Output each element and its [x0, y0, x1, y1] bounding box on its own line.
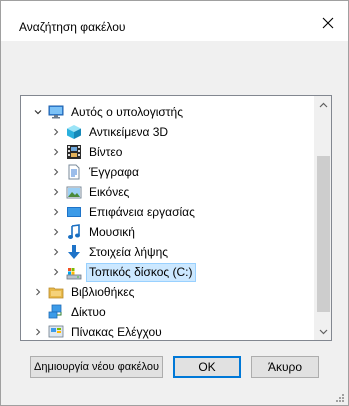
- tree-item-label: Αυτός ο υπολογιστής: [71, 104, 183, 119]
- tree-item-this-pc[interactable]: Αυτός ο υπολογιστής: [32, 102, 324, 122]
- tree-item-downloads[interactable]: Στοιχεία λήψης: [50, 242, 331, 262]
- video-icon: [66, 144, 82, 160]
- tree-item-local-disk[interactable]: Τοπικός δίσκος (C:): [50, 262, 331, 282]
- network-icon: [48, 304, 64, 320]
- chevron-placeholder: [32, 306, 44, 318]
- tree-item-music[interactable]: Μουσική: [50, 222, 331, 242]
- close-icon: [322, 17, 334, 29]
- tree-item-label: Στοιχεία λήψης: [89, 244, 169, 259]
- tree-item-label: Έγγραφα: [89, 164, 139, 179]
- tree-item-label: Πίνακας Ελέγχου: [71, 324, 162, 339]
- chevron-right-icon[interactable]: [32, 326, 44, 338]
- chevron-right-icon[interactable]: [50, 266, 62, 278]
- new-folder-button[interactable]: Δημιουργία νέου φακέλου: [30, 356, 163, 378]
- control-panel-icon: [48, 324, 64, 340]
- tree-item-pictures[interactable]: Εικόνες: [50, 182, 331, 202]
- chevron-right-icon[interactable]: [50, 166, 62, 178]
- window-title: Αναζήτηση φακέλου: [19, 20, 126, 34]
- cancel-button[interactable]: Άκυρο: [251, 356, 319, 378]
- tree-item-label: Εικόνες: [89, 184, 130, 199]
- browse-folder-dialog: Αναζήτηση φακέλου Αυτός ο υπολογιστής Αν…: [0, 0, 349, 406]
- 3d-objects-icon: [66, 124, 82, 140]
- vertical-scrollbar[interactable]: [314, 96, 331, 340]
- local-disk-icon: [66, 264, 82, 280]
- tree-item-label: Τοπικός δίσκος (C:): [86, 262, 196, 282]
- chevron-down-icon[interactable]: [32, 106, 44, 118]
- chevron-right-icon[interactable]: [50, 206, 62, 218]
- tree-item-network[interactable]: Δίκτυο: [32, 302, 324, 322]
- chevron-right-icon[interactable]: [50, 126, 62, 138]
- documents-icon: [66, 164, 82, 180]
- chevron-right-icon[interactable]: [32, 286, 44, 298]
- title-bar: Αναζήτηση φακέλου: [1, 1, 348, 41]
- ok-button[interactable]: OK: [173, 356, 241, 378]
- scroll-thumb[interactable]: [317, 156, 330, 312]
- tree-item-3d-objects[interactable]: Αντικείμενα 3D: [50, 122, 331, 142]
- tree-item-label: Βιβλιοθήκες: [71, 284, 135, 299]
- tree-item-label: Μουσική: [89, 224, 135, 239]
- tree-item-desktop[interactable]: Επιφάνεια εργασίας: [50, 202, 331, 222]
- libraries-icon: [48, 284, 64, 300]
- tree-item-videos[interactable]: Βίντεο: [50, 142, 331, 162]
- tree-item-label: Αντικείμενα 3D: [89, 124, 169, 139]
- desktop-icon: [66, 204, 82, 220]
- computer-icon: [48, 104, 64, 120]
- music-icon: [66, 224, 82, 240]
- tree-item-documents[interactable]: Έγγραφα: [50, 162, 331, 182]
- tree-item-libraries[interactable]: Βιβλιοθήκες: [32, 282, 324, 302]
- tree-item-label: Βίντεο: [89, 144, 123, 159]
- chevron-right-icon[interactable]: [50, 146, 62, 158]
- scroll-up-button[interactable]: [315, 96, 331, 113]
- close-button[interactable]: [320, 15, 336, 31]
- folder-tree[interactable]: Αυτός ο υπολογιστής Αντικείμενα 3D Βίντε…: [20, 95, 332, 341]
- chevron-up-icon: [319, 102, 328, 107]
- pictures-icon: [66, 184, 82, 200]
- chevron-right-icon[interactable]: [50, 226, 62, 238]
- chevron-down-icon: [319, 329, 328, 334]
- chevron-right-icon[interactable]: [50, 246, 62, 258]
- chevron-right-icon[interactable]: [50, 186, 62, 198]
- tree-item-control-panel[interactable]: Πίνακας Ελέγχου: [32, 322, 324, 340]
- tree-item-label: Επιφάνεια εργασίας: [89, 204, 195, 219]
- tree-item-label: Δίκτυο: [71, 304, 106, 319]
- downloads-icon: [66, 244, 82, 260]
- resize-grip-icon[interactable]: [335, 392, 345, 402]
- scroll-down-button[interactable]: [315, 323, 331, 340]
